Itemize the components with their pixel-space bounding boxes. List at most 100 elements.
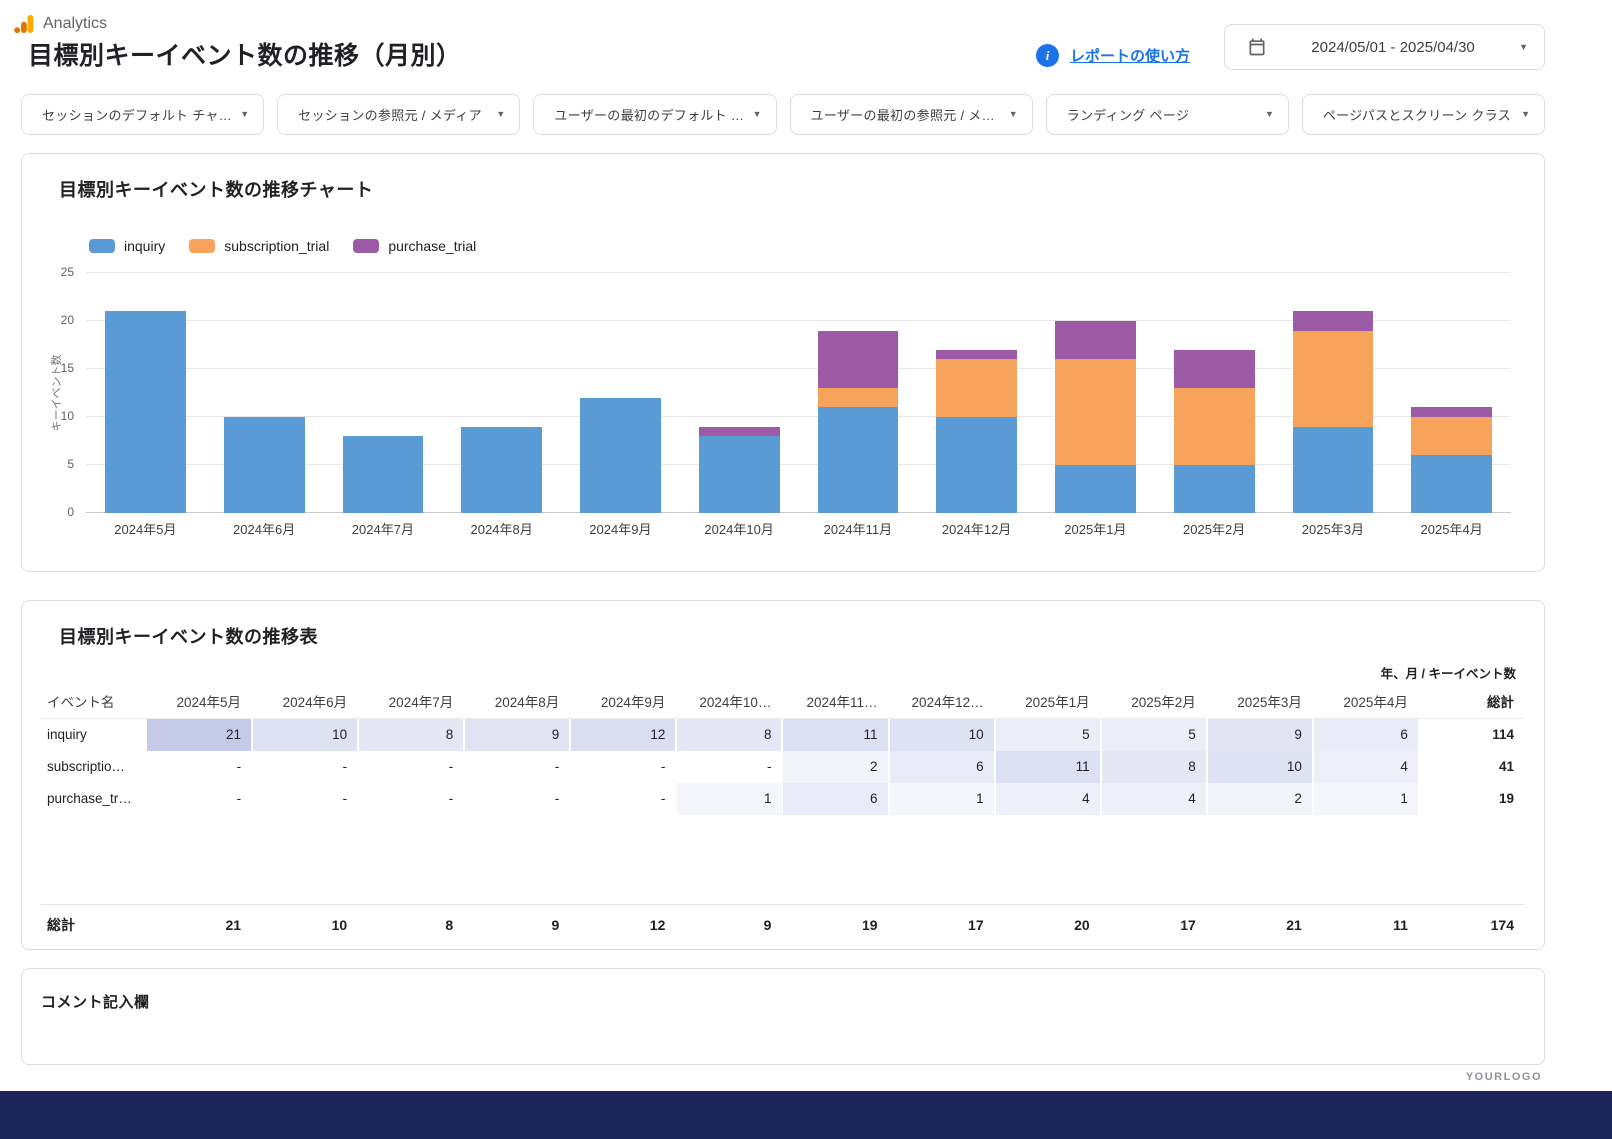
column-header[interactable]: 2024年8月	[463, 687, 569, 719]
total-cell: 21	[145, 909, 251, 941]
table-cell: 4	[1100, 783, 1206, 815]
bar-stack	[699, 273, 780, 513]
bar-segment-subscription_trial[interactable]	[1293, 331, 1374, 427]
bar-segment-inquiry[interactable]	[1411, 455, 1492, 513]
column-header[interactable]: 2024年7月	[357, 687, 463, 719]
bar-segment-inquiry[interactable]	[699, 436, 780, 513]
bar-segment-subscription_trial[interactable]	[1174, 388, 1255, 465]
column-header[interactable]: 2024年11…	[781, 687, 887, 719]
column-header[interactable]: 2024年6月	[251, 687, 357, 719]
bar-segment-inquiry[interactable]	[224, 417, 305, 513]
chart-card: 目標別キーイベント数の推移チャート inquirysubscription_tr…	[21, 153, 1545, 572]
bar-segment-purchase_trial[interactable]	[1293, 311, 1374, 330]
bar-segment-subscription_trial[interactable]	[818, 388, 899, 407]
table-cell: -	[145, 751, 251, 783]
table-cell: -	[357, 783, 463, 815]
filter-bar: セッションのデフォルト チャ…▼セッションの参照元 / メディア▼ユーザーの最初…	[21, 94, 1545, 135]
bar-column	[799, 273, 918, 513]
bar-segment-purchase_trial[interactable]	[818, 331, 899, 389]
x-axis-label: 2025年2月	[1155, 519, 1274, 538]
table-cell: 5	[994, 719, 1100, 751]
bar-segment-inquiry[interactable]	[580, 398, 661, 513]
chart-plot	[86, 273, 1511, 513]
table-cell: 6	[888, 751, 994, 783]
bar-stack	[580, 273, 661, 513]
bar-segment-purchase_trial[interactable]	[1055, 321, 1136, 359]
bar-segment-inquiry[interactable]	[1174, 465, 1255, 513]
bar-segment-inquiry[interactable]	[1055, 465, 1136, 513]
bar-segment-inquiry[interactable]	[936, 417, 1017, 513]
table-cell: 2	[1206, 783, 1312, 815]
bar-segment-purchase_trial[interactable]	[699, 427, 780, 437]
legend-label: subscription_trial	[224, 238, 329, 254]
bar-column	[1036, 273, 1155, 513]
table-card: 目標別キーイベント数の推移表 年、月 / キーイベント数 イベント名2024年5…	[21, 600, 1545, 950]
y-tick-label: 5	[26, 457, 74, 471]
legend-item-subscription_trial: subscription_trial	[189, 238, 329, 254]
row-label[interactable]: purchase_tr…	[41, 783, 145, 815]
bar-column	[86, 273, 205, 513]
column-header-event-name[interactable]: イベント名	[41, 687, 145, 719]
filter-chip-label: セッションのデフォルト チャ…	[42, 105, 232, 124]
x-axis-label: 2024年7月	[324, 519, 443, 538]
bar-segment-subscription_trial[interactable]	[936, 359, 1017, 417]
x-axis-label: 2024年12月	[917, 519, 1036, 538]
filter-chip-3[interactable]: ユーザーの最初のデフォルト … ▼	[533, 94, 776, 135]
column-header[interactable]: 2025年4月	[1312, 687, 1418, 719]
table-cell: -	[251, 751, 357, 783]
report-help-link[interactable]: レポートの使い方	[1070, 45, 1190, 66]
filter-chip-5[interactable]: ランディング ページ▼	[1046, 94, 1289, 135]
column-header[interactable]: 2024年5月	[145, 687, 251, 719]
bar-stack	[105, 273, 186, 513]
legend-item-inquiry: inquiry	[89, 238, 165, 254]
filter-chip-label: ユーザーの最初のデフォルト …	[554, 105, 744, 124]
date-range-value: 2024/05/01 - 2025/04/30	[1277, 39, 1509, 56]
comment-input-area[interactable]	[30, 1017, 1536, 1058]
bar-segment-inquiry[interactable]	[343, 436, 424, 513]
chevron-down-icon: ▼	[753, 110, 762, 119]
bar-column	[442, 273, 561, 513]
bar-segment-inquiry[interactable]	[1293, 427, 1374, 513]
filter-chip-label: ランディング ページ	[1067, 105, 1257, 124]
bar-segment-inquiry[interactable]	[461, 427, 542, 513]
filter-chip-2[interactable]: セッションの参照元 / メディア▼	[277, 94, 520, 135]
column-header[interactable]: 2025年1月	[994, 687, 1100, 719]
column-header[interactable]: 2025年2月	[1100, 687, 1206, 719]
bar-segment-purchase_trial[interactable]	[1411, 407, 1492, 417]
column-header[interactable]: 2024年10…	[675, 687, 781, 719]
bar-segment-inquiry[interactable]	[105, 311, 186, 513]
table-cell: 1	[675, 783, 781, 815]
table-cell: 11	[994, 751, 1100, 783]
row-label[interactable]: inquiry	[41, 719, 145, 751]
total-cell: 17	[1100, 909, 1206, 941]
legend-swatch	[353, 239, 379, 253]
table-cell: 12	[569, 719, 675, 751]
table-cell: 6	[1312, 719, 1418, 751]
legend-label: purchase_trial	[388, 238, 476, 254]
table-cell: 9	[1206, 719, 1312, 751]
filter-chip-6[interactable]: ページパスとスクリーン クラス▼	[1302, 94, 1545, 135]
x-axis-label: 2025年4月	[1392, 519, 1511, 538]
row-label[interactable]: subscriptio…	[41, 751, 145, 783]
total-cell: 9	[675, 909, 781, 941]
bar-segment-purchase_trial[interactable]	[1174, 350, 1255, 388]
table-cell: -	[675, 751, 781, 783]
filter-chip-4[interactable]: ユーザーの最初の参照元 / メ…▼	[790, 94, 1033, 135]
total-cell: 9	[463, 909, 569, 941]
x-axis-label: 2024年6月	[205, 519, 324, 538]
table-corner-label: 年、月 / キーイベント数	[1381, 663, 1516, 682]
column-header[interactable]: 2025年3月	[1206, 687, 1312, 719]
info-icon[interactable]: i	[1036, 44, 1059, 67]
column-header[interactable]: 2024年9月	[569, 687, 675, 719]
column-header[interactable]: 2024年12…	[888, 687, 994, 719]
filter-chip-1[interactable]: セッションのデフォルト チャ…▼	[21, 94, 264, 135]
bar-segment-subscription_trial[interactable]	[1055, 359, 1136, 465]
bar-segment-inquiry[interactable]	[818, 407, 899, 513]
bar-segment-subscription_trial[interactable]	[1411, 417, 1492, 455]
bar-column	[205, 273, 324, 513]
column-header[interactable]: 総計	[1418, 687, 1524, 719]
bar-segment-purchase_trial[interactable]	[936, 350, 1017, 360]
total-cell: 12	[569, 909, 675, 941]
date-range-picker[interactable]: 2024/05/01 - 2025/04/30 ▼	[1224, 24, 1545, 70]
table-cell: 2	[781, 751, 887, 783]
